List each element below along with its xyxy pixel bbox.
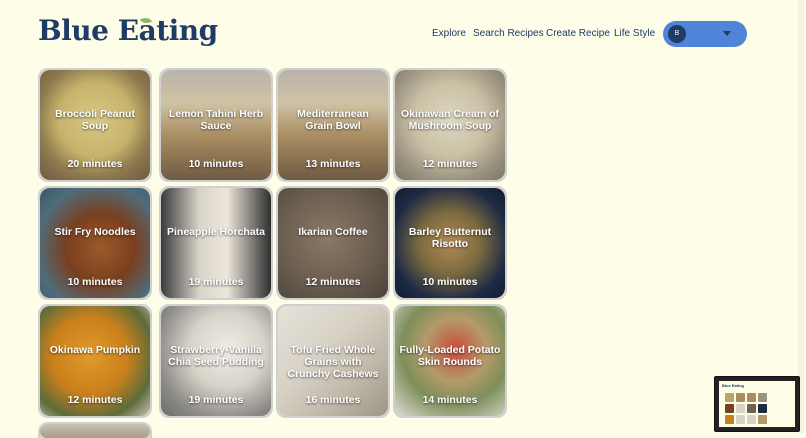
recipe-title: Okinawan Cream of Mushroom Soup xyxy=(400,108,500,132)
preview-canvas: Blue Eating xyxy=(719,381,795,427)
recipe-time: 19 minutes xyxy=(188,394,244,406)
recipe-card[interactable] xyxy=(38,422,152,438)
recipe-title: Barley Butternut Risotto xyxy=(408,226,492,250)
recipe-card[interactable]: Barley Butternut Risotto 10 minutes xyxy=(393,186,507,300)
recipe-title: Mediterranean Grain Bowl xyxy=(297,108,369,132)
recipe-card[interactable]: Stir Fry Noodles 10 minutes xyxy=(38,186,152,300)
recipe-time: 10 minutes xyxy=(422,276,478,288)
preview-tile xyxy=(747,393,756,402)
recipe-card[interactable]: Tofu Fried Whole Grains with Crunchy Cas… xyxy=(276,304,390,418)
preview-tile xyxy=(736,415,745,424)
recipe-time: 19 minutes xyxy=(188,276,244,288)
recipe-title: Tofu Fried Whole Grains with Crunchy Cas… xyxy=(287,344,379,380)
preview-tile xyxy=(747,415,756,424)
recipe-time: 12 minutes xyxy=(67,394,123,406)
recipe-card[interactable]: Fully-Loaded Potato Skin Rounds 14 minut… xyxy=(393,304,507,418)
preview-tile xyxy=(725,404,734,413)
recipe-time: 13 minutes xyxy=(305,158,361,170)
profile-menu-button[interactable]: B xyxy=(663,21,747,47)
preview-tile xyxy=(736,393,745,402)
nav-life-style[interactable]: Life Style xyxy=(614,28,655,39)
preview-tile xyxy=(758,404,767,413)
recipe-title: Ikarian Coffee xyxy=(298,226,368,238)
recipe-title: Stir Fry Noodles xyxy=(54,226,136,238)
recipe-time: 12 minutes xyxy=(422,158,478,170)
brand-logo[interactable]: Blue Eating xyxy=(38,14,218,47)
recipe-card[interactable]: Ikarian Coffee 12 minutes xyxy=(276,186,390,300)
preview-tile xyxy=(747,404,756,413)
recipe-title: Pineapple Horchata xyxy=(166,226,266,238)
recipe-time: 20 minutes xyxy=(67,158,123,170)
recipe-card[interactable]: Okinawa Pumpkin 12 minutes xyxy=(38,304,152,418)
recipe-time: 10 minutes xyxy=(188,158,244,170)
preview-tile xyxy=(725,393,734,402)
preview-tile xyxy=(758,393,767,402)
scrollbar[interactable] xyxy=(798,0,804,433)
nav-explore[interactable]: Explore xyxy=(432,28,466,39)
preview-tile xyxy=(736,404,745,413)
preview-logo: Blue Eating xyxy=(722,383,745,388)
recipe-card[interactable]: Pineapple Horchata 19 minutes xyxy=(159,186,273,300)
recipe-title: Okinawa Pumpkin xyxy=(49,344,141,356)
recipe-title: Strawberry-Vanilla Chia Seed Pudding xyxy=(168,344,264,368)
recipe-card[interactable]: Broccoli Peanut Soup 20 minutes xyxy=(38,68,152,182)
recipe-title: Fully-Loaded Potato Skin Rounds xyxy=(399,344,501,368)
nav-create-recipe[interactable]: Create Recipe xyxy=(546,28,610,39)
recipe-time: 14 minutes xyxy=(422,394,478,406)
nav-search-recipes[interactable]: Search Recipes xyxy=(473,28,544,39)
preview-tile xyxy=(725,415,734,424)
recipe-card[interactable]: Lemon Tahini Herb Sauce 10 minutes xyxy=(159,68,273,182)
recipe-time: 16 minutes xyxy=(305,394,361,406)
recipe-card[interactable]: Mediterranean Grain Bowl 13 minutes xyxy=(276,68,390,182)
recipe-card[interactable]: Okinawan Cream of Mushroom Soup 12 minut… xyxy=(393,68,507,182)
preview-tile xyxy=(758,415,767,424)
recipe-title: Broccoli Peanut Soup xyxy=(55,108,135,132)
screen-preview-thumbnail[interactable]: Blue Eating xyxy=(714,376,800,432)
chevron-down-icon xyxy=(723,31,731,36)
recipe-time: 12 minutes xyxy=(305,276,361,288)
site-header: Blue Eating Explore Search Recipes Creat… xyxy=(0,0,806,68)
avatar: B xyxy=(668,25,686,43)
recipe-photo xyxy=(40,424,150,438)
recipe-time: 10 minutes xyxy=(67,276,123,288)
recipe-card[interactable]: Strawberry-Vanilla Chia Seed Pudding 19 … xyxy=(159,304,273,418)
recipe-title: Lemon Tahini Herb Sauce xyxy=(168,108,264,132)
